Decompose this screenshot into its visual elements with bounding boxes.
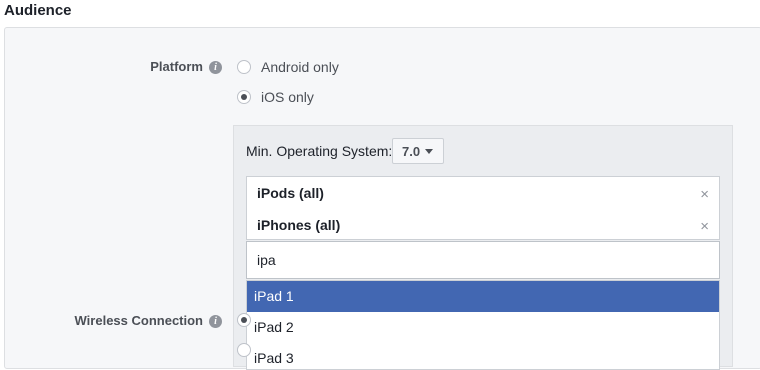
device-tag-iphones: iPhones (all) xyxy=(257,217,341,233)
radio-ios-label: iOS only xyxy=(261,89,314,105)
suggestion-ipad-2[interactable]: iPad 2 xyxy=(247,312,719,343)
remove-icon[interactable]: × xyxy=(700,186,709,203)
radio-circle-checked[interactable] xyxy=(237,90,251,104)
min-os-select[interactable]: 7.0 xyxy=(392,138,444,164)
min-os-label: Min. Operating System: xyxy=(246,143,393,159)
info-icon[interactable]: i xyxy=(209,315,222,328)
radio-circle-checked[interactable] xyxy=(237,313,251,327)
device-search-input[interactable] xyxy=(246,241,720,279)
info-icon[interactable]: i xyxy=(209,61,222,74)
wireless-label-text: Wireless Connection xyxy=(74,313,203,328)
platform-label: Platform i xyxy=(120,59,222,74)
radio-wireless-option-2[interactable] xyxy=(237,343,261,357)
radio-ios-only[interactable]: iOS only xyxy=(237,89,314,105)
section-title: Audience xyxy=(4,2,72,19)
suggestion-ipad-1[interactable]: iPad 1 xyxy=(247,281,719,312)
selected-devices-box: iPods (all) × iPhones (all) × xyxy=(246,176,720,240)
caret-down-icon xyxy=(425,148,434,154)
device-suggestions-dropdown: iPad 1 iPad 2 iPad 3 xyxy=(246,280,720,370)
radio-circle[interactable] xyxy=(237,60,251,74)
radio-android-only[interactable]: Android only xyxy=(237,59,339,75)
radio-wireless-option-1[interactable] xyxy=(237,313,261,327)
suggestion-ipad-3[interactable]: iPad 3 xyxy=(247,343,719,369)
radio-circle[interactable] xyxy=(237,343,251,357)
radio-android-label: Android only xyxy=(261,59,339,75)
platform-label-text: Platform xyxy=(150,59,203,74)
min-os-value: 7.0 xyxy=(402,143,421,159)
remove-icon[interactable]: × xyxy=(700,218,709,235)
device-tag-ipods: iPods (all) xyxy=(257,185,324,201)
wireless-connection-label: Wireless Connection i xyxy=(40,313,222,328)
